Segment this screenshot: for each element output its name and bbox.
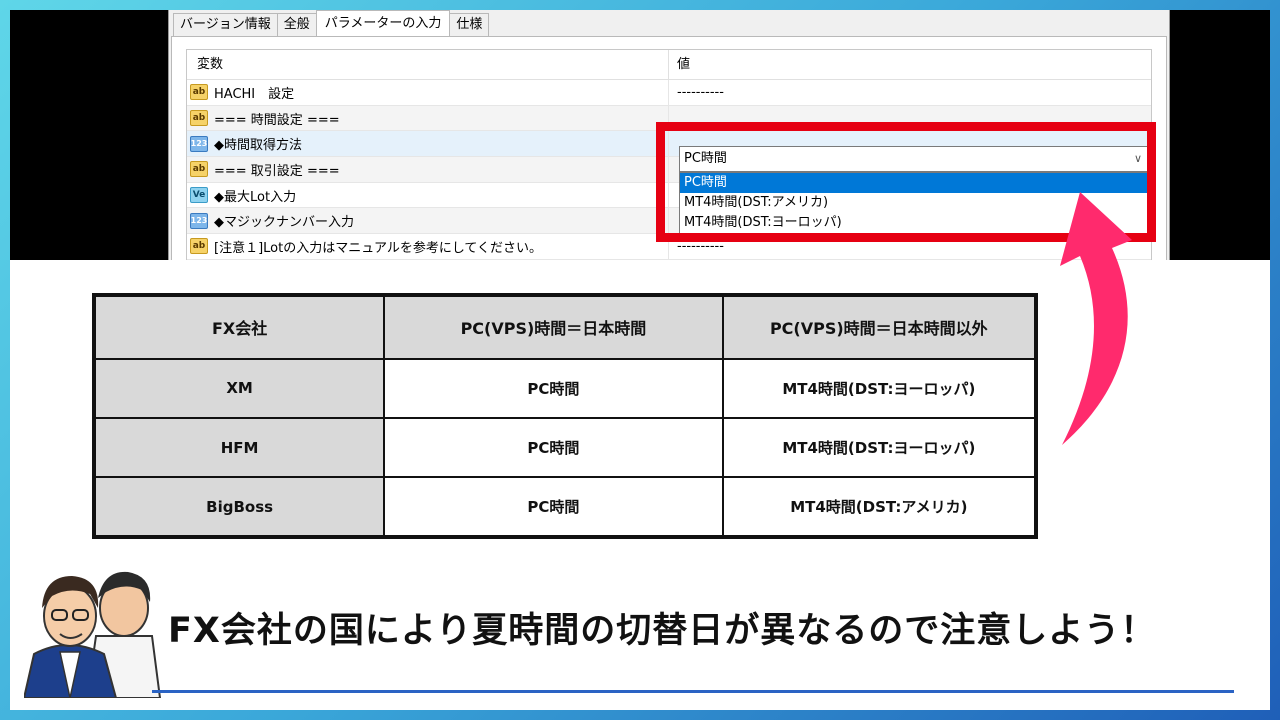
table-cell: MT4時間(DST:ヨーロッパ) — [721, 416, 1038, 479]
curved-arrow-icon — [1060, 192, 1132, 445]
table-row: HFM PC時間 MT4時間(DST:ヨーロッパ) — [92, 416, 1038, 479]
param-name: === 時間設定 === — [214, 112, 340, 128]
string-type-icon: ab — [190, 84, 208, 101]
table-cell: HFM — [92, 416, 386, 479]
table-row: BigBoss PC時間 MT4時間(DST:アメリカ) — [92, 476, 1038, 538]
integer-type-icon: 123 — [190, 135, 208, 152]
param-name: ◆最大Lot入力 — [214, 189, 297, 205]
caption-text: FX会社の国により夏時間の切替日が異なるので注意しよう！ — [168, 611, 1157, 651]
table-header: PC(VPS)時間＝日本時間以外 — [721, 294, 1038, 360]
table-cell: PC時間 — [383, 476, 724, 538]
string-type-icon: ab — [190, 161, 208, 178]
table-cell: MT4時間(DST:ヨーロッパ) — [721, 357, 1038, 420]
content-card: バージョン情報 全般 パラメーターの入力 仕様 変数 値 ab HACHI 設定 … — [10, 10, 1270, 710]
tab-version-info[interactable]: バージョン情報 — [173, 13, 278, 37]
grid-header: 変数 値 — [187, 50, 1151, 80]
string-type-icon: ab — [190, 238, 208, 255]
tab-specification[interactable]: 仕様 — [449, 13, 490, 37]
table-header: FX会社 — [92, 294, 386, 360]
string-type-icon: ab — [190, 110, 208, 127]
param-name: HACHI 設定 — [214, 86, 295, 102]
table-cell: PC時間 — [383, 416, 724, 479]
double-type-icon: Ve — [190, 187, 208, 204]
tab-bar: バージョン情報 全般 パラメーターの入力 仕様 — [173, 10, 490, 37]
comparison-table: FX会社 PC(VPS)時間＝日本時間 PC(VPS)時間＝日本時間以外 XM … — [92, 293, 1038, 539]
table-cell: BigBoss — [92, 476, 386, 538]
param-value[interactable]: ---------- — [669, 80, 1151, 105]
table-cell: MT4時間(DST:アメリカ) — [721, 476, 1038, 538]
caption-underline — [152, 690, 1234, 693]
column-header-variable: 変数 — [187, 50, 669, 79]
tab-input-parameters[interactable]: パラメーターの入力 — [315, 10, 451, 37]
param-name: ◆時間取得方法 — [214, 138, 302, 154]
table-header: PC(VPS)時間＝日本時間 — [383, 294, 724, 360]
table-cell: XM — [92, 357, 386, 420]
table-row[interactable]: ab HACHI 設定 ---------- — [187, 80, 1151, 106]
param-name: [注意１]Lotの入力はマニュアルを参考にしてください。 — [214, 240, 543, 256]
table-row: XM PC時間 MT4時間(DST:ヨーロッパ) — [92, 357, 1038, 420]
column-header-value: 値 — [677, 57, 691, 72]
table-header-row: FX会社 PC(VPS)時間＝日本時間 PC(VPS)時間＝日本時間以外 — [92, 294, 1038, 360]
param-name: === 取引設定 === — [214, 163, 340, 179]
tab-general[interactable]: 全般 — [276, 13, 317, 37]
table-cell: PC時間 — [383, 357, 724, 420]
param-name: ◆マジックナンバー入力 — [214, 215, 354, 231]
integer-type-icon: 123 — [190, 212, 208, 229]
avatar — [24, 571, 162, 698]
